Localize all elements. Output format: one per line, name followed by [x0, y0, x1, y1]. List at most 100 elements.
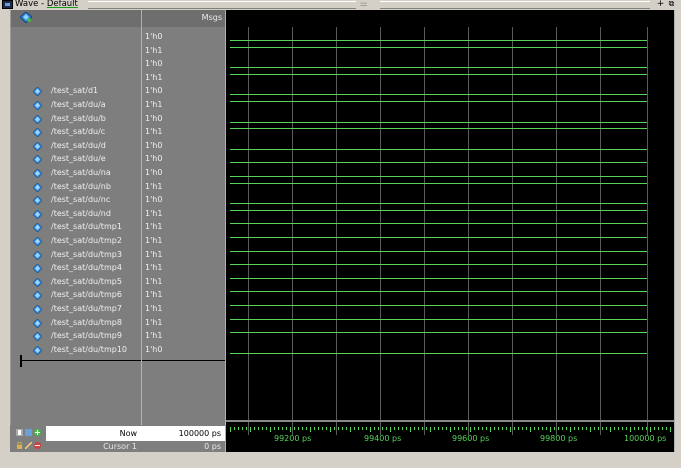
ruler-tick — [502, 427, 503, 430]
insert-cursor-icon[interactable] — [16, 429, 23, 436]
ruler-tick — [642, 427, 643, 430]
add-cursor-icon[interactable] — [34, 429, 41, 436]
signal-diamond-icon — [33, 332, 42, 342]
signal-name: /test_sat/du/tmp10 — [51, 344, 127, 354]
signal-diamond-icon — [33, 101, 42, 110]
now-label-box: Now — [46, 426, 141, 441]
title-grip-left[interactable] — [88, 1, 356, 9]
window-title: Wave - Default — [15, 0, 78, 9]
signal-trace[interactable] — [230, 101, 647, 102]
pencil-icon[interactable] — [25, 442, 32, 449]
ruler-tick — [462, 427, 463, 430]
waveform-pane[interactable]: 99200 ps 99400 ps 99600 ps 99800 ps 100000 p… — [225, 10, 675, 452]
time-ruler[interactable] — [226, 427, 674, 433]
signal-value: 1'h1 — [145, 236, 163, 245]
signal-name: /test_sat/du/c — [51, 127, 106, 137]
grid-line — [468, 27, 469, 435]
ruler-tick — [590, 427, 591, 432]
signal-row[interactable]: /test_sat/du/tmp3 — [11, 249, 142, 263]
signal-trace[interactable] — [230, 264, 647, 266]
signal-trace[interactable] — [230, 250, 647, 252]
ruler-tick — [582, 427, 583, 430]
signal-row[interactable]: /test_sat/du/tmp1 — [11, 221, 142, 235]
signal-diamond-icon — [33, 87, 42, 97]
ruler-tick — [542, 427, 543, 430]
ruler-tick — [614, 427, 615, 430]
signal-row[interactable]: /test_sat/du/a — [11, 99, 142, 113]
signal-diamond-icon — [33, 345, 42, 355]
signal-trace[interactable] — [230, 182, 647, 184]
ruler-tick — [386, 427, 387, 430]
grid-line — [292, 27, 293, 435]
signal-row[interactable]: /test_sat/du/b — [11, 113, 142, 127]
signal-row[interactable]: /test_sat/du/tmp10 — [11, 344, 142, 358]
signal-trace[interactable] — [230, 305, 647, 306]
signal-row[interactable]: /test_sat/d1 — [11, 85, 142, 99]
signal-row[interactable]: /test_sat/du/nc — [11, 194, 142, 208]
ruler-tick — [634, 427, 635, 430]
signal-trace[interactable] — [230, 332, 647, 334]
signal-row[interactable]: /test_sat/du/nd — [11, 208, 142, 222]
ruler-tick — [250, 427, 251, 432]
time-label: 99600 ps — [452, 434, 490, 443]
signal-trace[interactable] — [230, 121, 647, 123]
signal-row[interactable]: /test_sat/du/na — [11, 167, 142, 181]
signal-trace[interactable] — [230, 40, 647, 41]
signal-trace[interactable] — [230, 176, 647, 177]
signal-row[interactable]: /test_sat/du/tmp5 — [11, 276, 142, 290]
signal-trace[interactable] — [230, 203, 647, 205]
signal-value: 1'h0 — [145, 195, 163, 205]
wave-window-icon[interactable] — [2, 0, 13, 9]
ruler-tick — [342, 427, 343, 430]
signal-name: /test_sat/du/na — [51, 168, 111, 177]
signal-trace[interactable] — [230, 209, 647, 211]
signal-trace[interactable] — [230, 237, 647, 238]
signal-row[interactable]: /test_sat/du/c — [11, 126, 142, 140]
cursor-label[interactable]: Cursor 1 — [103, 442, 137, 451]
signal-trace[interactable] — [230, 46, 647, 48]
delete-cursor-icon[interactable] — [34, 442, 41, 449]
title-grip-right[interactable] — [380, 1, 650, 9]
signal-trace[interactable] — [230, 128, 647, 130]
signal-trace[interactable] — [230, 352, 647, 354]
signal-row[interactable]: /test_sat/du/tmp2 — [11, 235, 142, 249]
ruler-tick — [458, 427, 459, 430]
msgs-label: Msgs — [201, 13, 222, 22]
signal-diamond-icon — [33, 128, 42, 138]
lock-cursor-icon[interactable] — [16, 442, 23, 449]
now-value: 100000 ps — [178, 429, 221, 438]
signal-row[interactable]: /test_sat/du/tmp9 — [11, 330, 142, 344]
dock-button[interactable]: + — [656, 0, 665, 9]
signal-trace[interactable] — [230, 94, 647, 96]
edit-cursor-icon[interactable] — [25, 429, 32, 436]
ruler-tick — [418, 427, 419, 430]
signal-trace[interactable] — [230, 318, 647, 320]
cursor-marker[interactable] — [20, 355, 22, 367]
ruler-tick — [326, 427, 327, 430]
signal-row[interactable]: /test_sat/du/tmp8 — [11, 317, 142, 331]
signal-trace[interactable] — [230, 162, 647, 164]
undock-button[interactable]: ⧉ — [667, 0, 676, 9]
signal-row[interactable]: /test_sat/du/tmp4 — [11, 262, 142, 276]
signal-row[interactable]: /test_sat/du/tmp6 — [11, 289, 142, 303]
signal-row[interactable]: /test_sat/du/d — [11, 140, 142, 154]
now-cursor-values: 100000 ps 0 ps — [141, 425, 225, 452]
signal-trace[interactable] — [230, 67, 647, 69]
signal-names-pane[interactable]: /test_sat/d1/test_sat/du/a/test_sat/du/b… — [10, 10, 142, 452]
cursor-line-values[interactable] — [142, 360, 226, 361]
signal-trace[interactable] — [230, 277, 647, 279]
signal-trace[interactable] — [230, 73, 647, 75]
signal-trace[interactable] — [230, 148, 647, 150]
signal-row[interactable]: /test_sat/du/nb — [11, 181, 142, 195]
signal-diamond-icon — [33, 182, 42, 192]
now-value-box: 100000 ps — [141, 426, 225, 441]
title-grip-handle[interactable]: :::::: — [360, 1, 367, 8]
values-pane[interactable]: Msgs 1'h0 1'h1 1'h0 1'h1 1'h0 1'h1 1'h0 1'h1 1'h… — [141, 10, 226, 452]
signal-value: 1'h1 — [145, 249, 163, 259]
signal-row[interactable]: /test_sat/du/e — [11, 153, 142, 167]
signal-row[interactable]: /test_sat/du/tmp7 — [11, 303, 142, 317]
signal-trace[interactable] — [230, 223, 647, 225]
cursor-line[interactable] — [21, 360, 142, 361]
signal-trace[interactable] — [230, 291, 647, 293]
signal-name: /test_sat/du/tmp6 — [51, 290, 122, 300]
